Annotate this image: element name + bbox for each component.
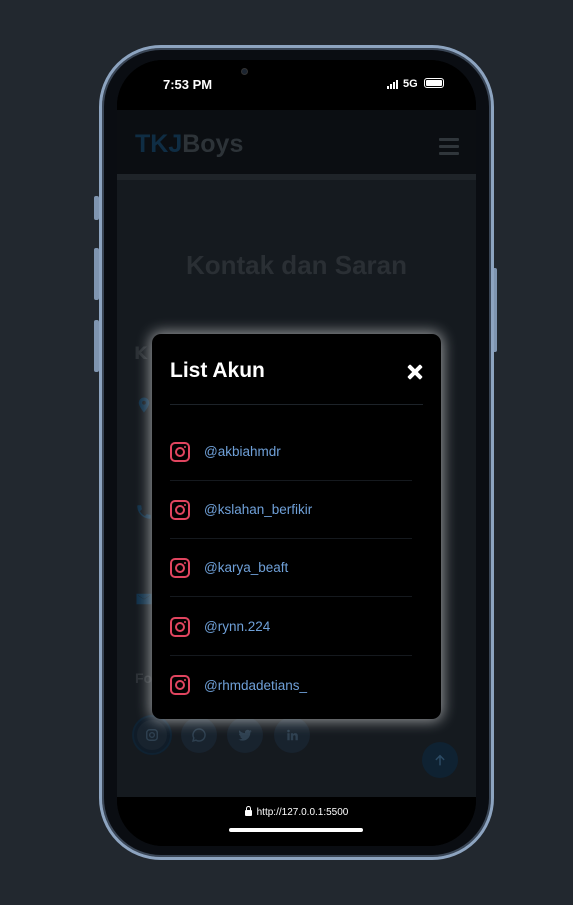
web-page: TKJBoys Kontak dan Saran K Follow Us — [117, 110, 476, 797]
account-item-4[interactable]: @rynn.224 — [170, 598, 412, 656]
logo-part-1: TKJ — [135, 130, 183, 158]
network-type: 5G — [403, 78, 418, 90]
twitter-icon — [238, 729, 252, 741]
account-item-3[interactable]: @karya_beaft — [170, 539, 412, 597]
arrow-up-icon — [435, 754, 445, 766]
instagram-icon — [170, 499, 190, 520]
navbar: TKJBoys — [117, 110, 476, 180]
lock-icon — [244, 806, 252, 816]
location-pin-icon — [138, 397, 150, 413]
instagram-icon — [170, 675, 190, 695]
signal-icon — [387, 80, 398, 89]
notch — [230, 60, 363, 89]
account-item-2[interactable]: @kslahan_berfikir — [170, 481, 412, 539]
instagram-icon — [170, 557, 190, 578]
url-display[interactable]: http://127.0.0.1:5500 — [117, 806, 476, 818]
battery-icon — [424, 78, 444, 88]
modal-divider — [170, 404, 423, 405]
instagram-icon — [170, 616, 190, 637]
url-text: http://127.0.0.1:5500 — [256, 807, 349, 818]
close-icon[interactable] — [406, 364, 422, 380]
account-handle[interactable]: @rynn.224 — [204, 619, 270, 634]
account-handle[interactable]: @akbiahmdr — [204, 444, 281, 459]
whatsapp-icon — [191, 728, 206, 743]
partial-heading: K — [134, 344, 148, 364]
scroll-to-top-button[interactable] — [422, 742, 458, 778]
camera-icon — [241, 68, 248, 75]
hamburger-menu-icon[interactable] — [439, 138, 459, 159]
email-icon — [136, 593, 152, 605]
logo-part-2: Boys — [182, 130, 244, 158]
account-handle[interactable]: @kslahan_berfikir — [204, 502, 312, 517]
account-list-modal: List Akun @akbiahmdr @kslahan_berfikir @… — [152, 334, 441, 719]
browser-url-bar[interactable]: http://127.0.0.1:5500 — [117, 797, 476, 846]
instagram-icon — [170, 441, 190, 462]
account-handle[interactable]: @rhmdadetians_ — [204, 678, 307, 693]
phone-icon — [137, 505, 151, 519]
instagram-icon — [146, 729, 158, 741]
instagram-social-button[interactable] — [134, 717, 170, 753]
home-indicator[interactable] — [229, 828, 363, 832]
linkedin-social-button[interactable] — [274, 717, 310, 753]
phone-screen: 7:53 PM 5G TKJBoys Kontak dan Saran K Fo… — [117, 60, 476, 846]
linkedin-icon — [287, 729, 298, 741]
account-item-1[interactable]: @akbiahmdr — [170, 423, 412, 481]
modal-title: List Akun — [170, 359, 265, 382]
account-handle[interactable]: @karya_beaft — [204, 560, 288, 575]
status-bar: 7:53 PM 5G — [117, 60, 476, 110]
account-item-5[interactable]: @rhmdadetians_ — [170, 656, 412, 714]
twitter-social-button[interactable] — [227, 717, 263, 753]
section-title: Kontak dan Saran — [185, 250, 408, 280]
whatsapp-social-button[interactable] — [181, 717, 217, 753]
site-logo[interactable]: TKJBoys — [135, 130, 243, 159]
status-time: 7:53 PM — [163, 77, 213, 92]
